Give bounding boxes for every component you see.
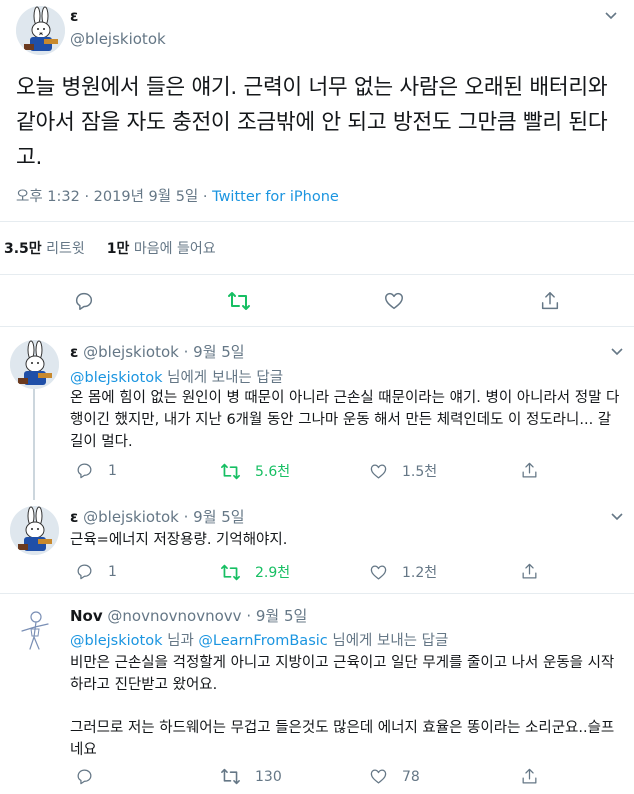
retweet-button[interactable]: 5.6천 [220,461,290,481]
retweet-count: 2.9천 [255,565,291,581]
like-count: 78 [402,768,420,785]
reply-count: 1 [108,462,117,479]
like-button[interactable]: 1.2천 [369,562,437,582]
avatar[interactable] [16,6,65,55]
bunny-avatar-icon [16,6,65,55]
via-link[interactable]: Twitter for iPhone [212,189,339,205]
reply-button[interactable] [73,290,95,312]
author-handle[interactable]: @blejskiotok [83,508,179,526]
author-name[interactable]: ε [70,343,78,361]
bunny-avatar-icon [10,506,59,555]
reply-text: 근육=에너지 저장용량. 기억해야지. [70,532,288,548]
avatar[interactable] [10,605,59,654]
retweet-icon [220,564,240,580]
divider [0,274,634,275]
author-name[interactable]: ε [70,508,78,526]
reply-tweet[interactable]: ε @blejskiotok · 9월 5일 @blejskiotok 님에게 … [0,328,634,500]
retweet-count: 130 [255,768,282,785]
reply-text: 비만은 근손실을 걱정할게 아니고 지방이고 근육이고 일단 무게를 줄이고 나… [70,655,615,693]
main-tweet: ε @blejskiotok 오늘 병원에서 들은 얘기. 근력이 너무 없는 … [0,0,634,327]
retweet-button[interactable] [227,290,251,312]
like-count: 1.2천 [402,565,438,581]
share-button[interactable] [520,562,539,581]
like-button[interactable]: 1.5천 [369,461,437,481]
like-button[interactable]: 78 [369,767,420,786]
like-button[interactable] [383,290,405,312]
chevron-down-icon[interactable] [611,346,623,359]
reply-text: 온 몸에 힘이 없는 원인이 병 때문이 아니라 근손실 때문이라는 얘기. 병… [70,390,620,450]
reply-tweet[interactable]: Nov @novnovnovnovv · 9월 5일 @blejskiotok … [0,595,634,794]
heart-icon [370,565,387,579]
mention-link[interactable]: @blejskiotok [70,633,163,649]
reply-header: Nov @novnovnovnovv · 9월 5일 [70,605,307,626]
replying-to-suffix: 님에게 보내는 답글 [162,370,284,386]
timestamp-text[interactable]: 오후 1:32 · 2019년 9월 5일 · [16,189,212,205]
replying-to: @blejskiotok 님에게 보내는 답글 [70,366,283,387]
tweet-stats: 3.5만 리트윗 1만 마음에 들어요 [4,238,216,258]
retweet-button[interactable]: 130 [220,767,282,786]
reply-date[interactable]: · 9월 5일 [184,508,245,526]
replying-to: @blejskiotok 님과 @LearnFromBasic 님에게 보내는 … [70,629,448,650]
author-handle[interactable]: @blejskiotok [70,30,166,48]
author-name[interactable]: ε [70,7,78,25]
author-name[interactable]: Nov [70,607,103,625]
retweet-icon [220,463,240,479]
replying-to-mid: 님과 [162,633,199,649]
reply-date[interactable]: · 9월 5일 [184,343,245,361]
author-handle[interactable]: @novnovnovnovv [107,607,241,625]
author-handle[interactable]: @blejskiotok [83,343,179,361]
reply-icon [77,564,92,580]
reply-icon [77,769,92,785]
like-count: 1.5천 [402,464,438,480]
reply-header: ε @blejskiotok · 9월 5일 [70,506,245,527]
heart-icon [370,464,387,478]
heart-icon [370,769,387,784]
tweet-timestamp: 오후 1:32 · 2019년 9월 5일 · Twitter for iPho… [16,185,339,206]
reply-button[interactable]: 1 [75,461,117,480]
replying-to-suffix: 님에게 보내는 답글 [327,633,449,649]
avatar[interactable] [10,506,59,555]
retweets-count[interactable]: 3.5만 [4,241,42,257]
share-button[interactable] [520,461,539,480]
chevron-down-icon[interactable] [611,511,623,524]
reply-tweet[interactable]: ε @blejskiotok · 9월 5일 근육=에너지 저장용량. 기억해야… [0,494,634,594]
retweet-icon [228,292,250,310]
mention-link[interactable]: @blejskiotok [70,370,163,386]
share-icon [522,462,537,478]
tweet-text: 오늘 병원에서 들은 얘기. 근력이 너무 없는 사람은 오래된 배터리와 같아… [16,75,608,170]
reply-button[interactable]: 1 [75,562,117,581]
thread-line [33,388,35,500]
sketch-figure-avatar-icon [10,605,59,654]
share-icon [541,292,559,310]
reply-text: 그러므로 저는 하드웨어는 무겁고 들은것도 많은데 에너지 효율은 똥이라는 … [70,720,615,758]
reply-icon [75,292,93,310]
retweet-button[interactable]: 2.9천 [220,562,290,582]
mention-link[interactable]: @LearnFromBasic [198,633,327,649]
reply-icon [77,463,92,479]
avatar[interactable] [10,340,59,389]
retweets-label[interactable]: 리트윗 [46,241,85,257]
retweet-count: 5.6천 [255,464,291,480]
chevron-down-icon[interactable] [605,10,617,23]
share-icon [522,563,537,579]
bunny-avatar-icon [10,340,59,389]
share-button[interactable] [520,767,539,786]
reply-count: 1 [108,563,117,580]
likes-label[interactable]: 마음에 들어요 [134,241,216,257]
share-icon [522,768,537,784]
share-button[interactable] [539,290,561,312]
likes-count[interactable]: 1만 [107,241,130,257]
reply-header: ε @blejskiotok · 9월 5일 [70,341,245,362]
reply-date[interactable]: · 9월 5일 [246,607,307,625]
divider [0,221,634,222]
retweet-icon [221,768,240,785]
heart-icon [385,292,403,310]
reply-button[interactable] [75,767,94,786]
